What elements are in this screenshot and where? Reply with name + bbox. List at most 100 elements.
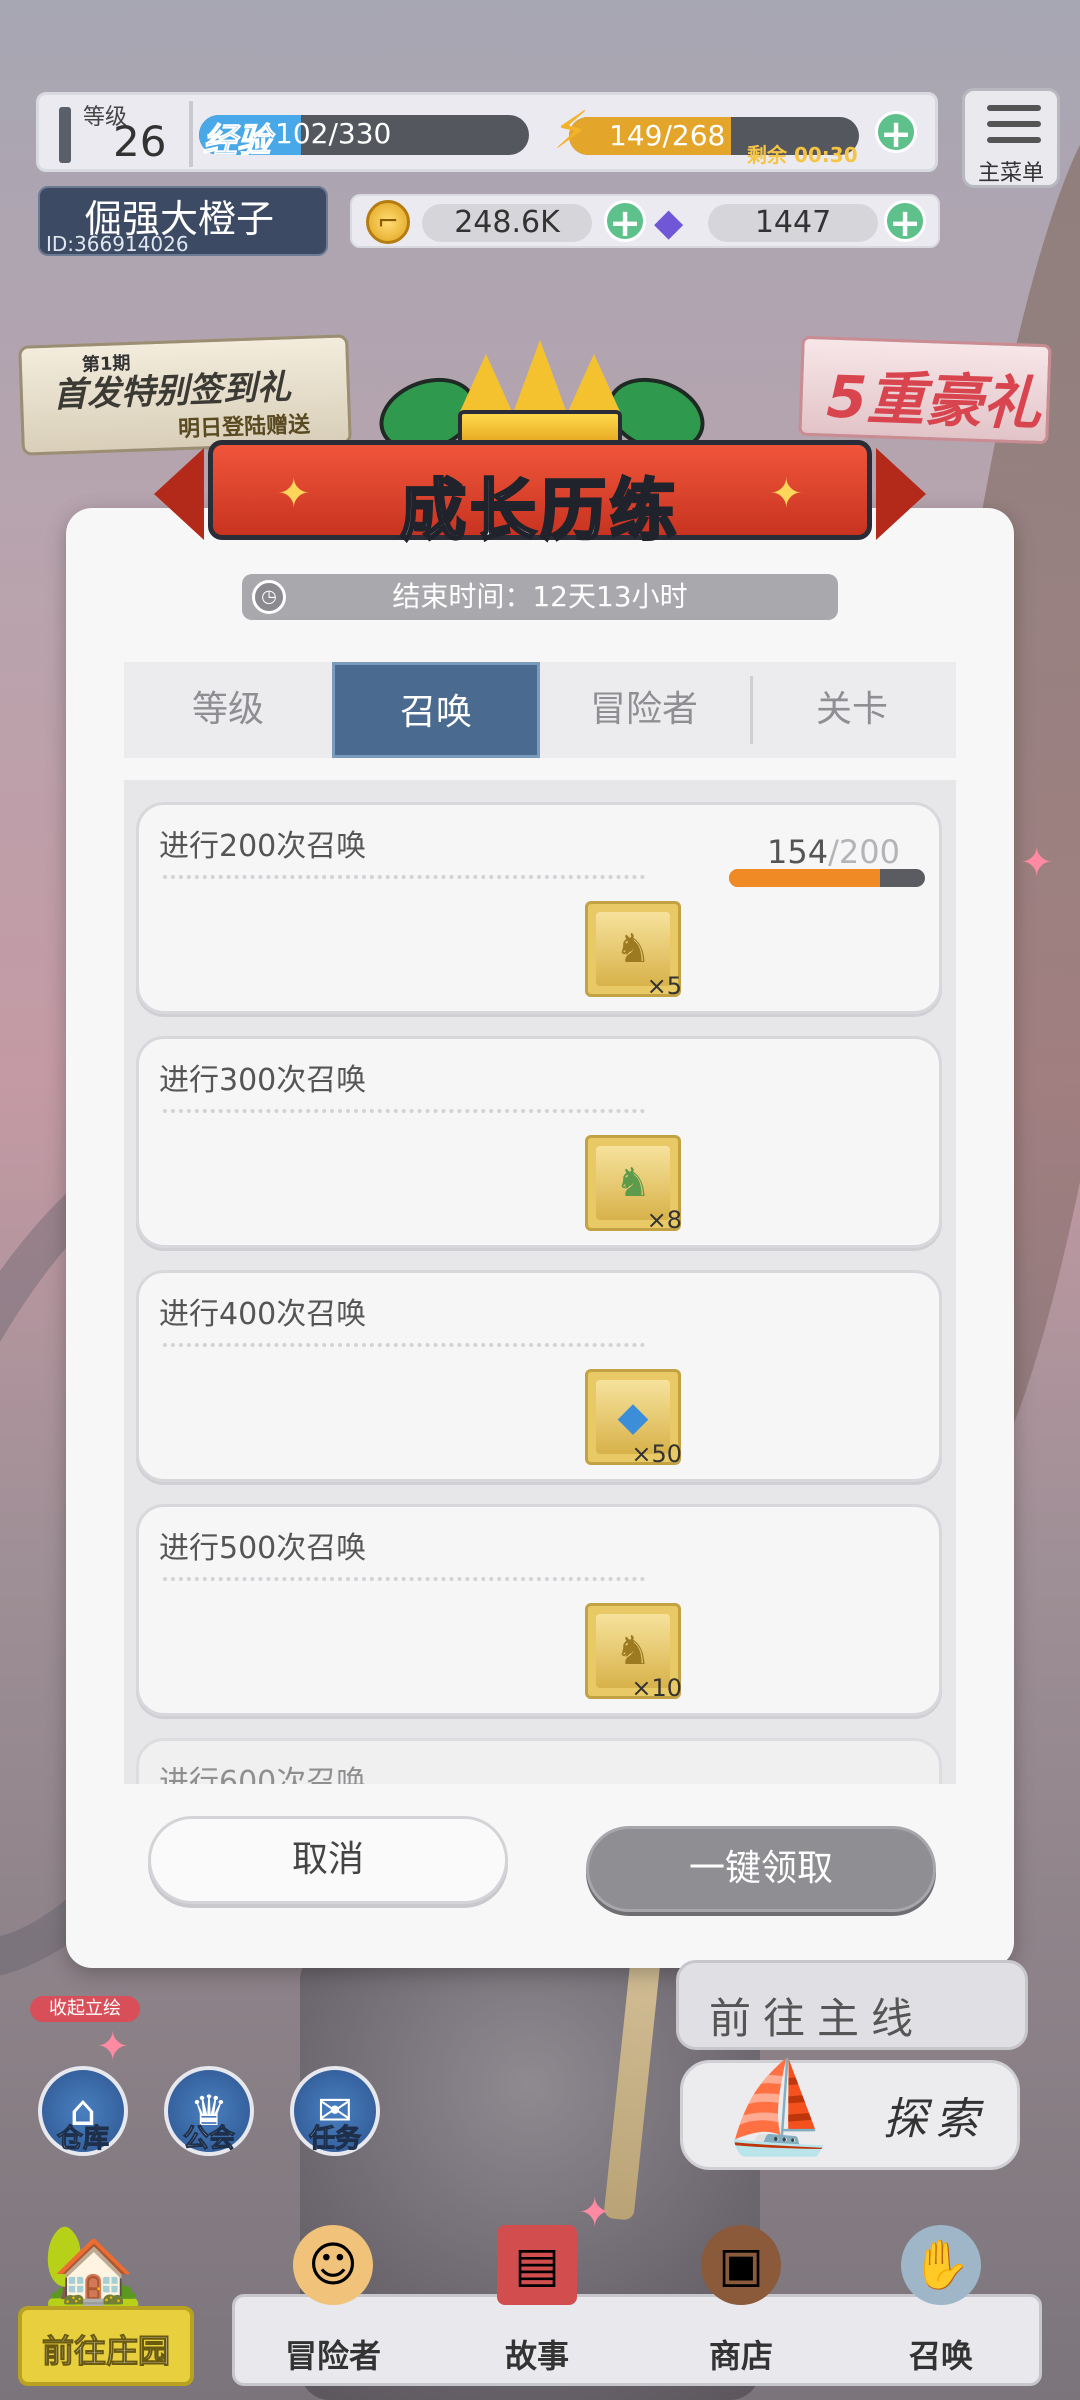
explore-label: 探索 [883, 2094, 987, 2145]
ribbon-tail [154, 448, 204, 540]
player-id: ID:366914026 [46, 232, 189, 256]
airship-icon: ⛵ [721, 2055, 835, 2160]
menu-icon [987, 137, 1041, 143]
reward-item[interactable]: ♞ ×5 [585, 901, 682, 1000]
reward-item[interactable]: ◆ ×50 [585, 1369, 682, 1468]
tab-level[interactable]: 等级 [124, 662, 332, 758]
tab-adventurer[interactable]: 冒险者 [540, 662, 748, 758]
gift-pack-promo-banner[interactable]: 5重豪礼 [798, 335, 1052, 445]
ribbon-tail [876, 448, 926, 540]
sparkle-icon: ✦ [578, 2190, 612, 2236]
crown-icon [458, 340, 622, 450]
tab-summon[interactable]: 召唤 [332, 662, 540, 758]
divider [163, 1109, 645, 1113]
divider [163, 1577, 645, 1581]
cancel-button[interactable]: 取消 [148, 1816, 508, 1904]
gift-pack-title: 5重豪礼 [825, 362, 1043, 439]
gem-icon: ◆ [654, 200, 684, 244]
task-title: 进行600次召唤 [159, 1765, 367, 1784]
nav-story-label: 故事 [504, 2337, 569, 2375]
menu-icon [987, 105, 1041, 111]
task-progress-text: 154/200 [767, 833, 900, 871]
farm-icon: 🏡 [42, 2220, 145, 2315]
level-marker [59, 107, 71, 163]
warehouse-label: 仓库 [56, 2124, 109, 2155]
tab-stage[interactable]: 关卡 [748, 662, 956, 758]
gold-amount: 248.6K [422, 204, 592, 242]
guild-label: 公会 [182, 2124, 235, 2155]
nav-summon[interactable]: ✋ 召唤 [861, 2225, 1021, 2383]
shop-icon: ▣ [701, 2225, 781, 2305]
add-gold-button[interactable]: + [604, 200, 646, 243]
player-status-bar: 等级 26 经验 102/330 ⚡ 149/268 剩余 00:30 + [36, 92, 938, 172]
reward-item[interactable]: ♞ ×10 [585, 1603, 682, 1702]
event-end-time: ◷ 结束时间：12天13小时 [242, 574, 838, 620]
divider [163, 1343, 645, 1347]
bottom-navigation: ☺ 冒险者 ▤ 故事 ▣ 商店 ✋ 召唤 [232, 2225, 1042, 2386]
currency-bar: ⌐ 248.6K + ◆ 1447 + [350, 194, 940, 248]
player-name-plate[interactable]: 倔强大橙子 ID:366914026 [38, 186, 328, 256]
book-icon: ▤ [497, 2225, 577, 2305]
mainline-label: 前往主线 [709, 1994, 926, 2043]
task-title: 进行300次召唤 [159, 1063, 367, 1098]
menu-icon [987, 121, 1041, 127]
task-item: 进行600次召唤 [136, 1738, 942, 1784]
task-title: 进行500次召唤 [159, 1531, 367, 1566]
divider [189, 101, 193, 167]
task-item: 进行300次召唤 ♞ ×8 [136, 1036, 942, 1248]
task-title: 进行200次召唤 [159, 829, 367, 864]
go-farm-button[interactable]: 🏡 前往庄园 [12, 2220, 194, 2388]
nav-story[interactable]: ▤ 故事 [457, 2225, 617, 2383]
energy-timer: 剩余 00:30 [747, 143, 858, 167]
nav-adventurer-label: 冒险者 [284, 2337, 381, 2375]
exp-label: 经验 [203, 121, 272, 162]
adventurer-icon: ☺ [293, 2225, 373, 2305]
tasks-label: 任务 [308, 2124, 361, 2155]
collapse-art-button[interactable]: 收起立绘 [30, 1996, 140, 2022]
divider [163, 875, 645, 879]
reward-count: ×5 [646, 972, 682, 1000]
nav-summon-label: 召唤 [908, 2337, 973, 2375]
lightning-icon: ⚡ [553, 101, 590, 161]
nav-adventurer[interactable]: ☺ 冒险者 [253, 2225, 413, 2383]
task-item: 进行400次召唤 ◆ ×50 [136, 1270, 942, 1482]
go-mainline-button[interactable]: 前往主线 [676, 1960, 1028, 2050]
sparkle-icon: ✦ [96, 2024, 130, 2070]
summon-icon: ✋ [901, 2225, 981, 2305]
exp-value: 102/330 [275, 117, 392, 150]
task-item: 进行200次召唤 154/200 ♞ ×5 [136, 802, 942, 1014]
gem-amount: 1447 [708, 204, 878, 242]
energy-value: 149/268 [609, 119, 726, 152]
sparkle-icon: ✦ [1020, 840, 1054, 886]
farm-button-box: 前往庄园 [18, 2306, 194, 2386]
farm-label: 前往庄园 [41, 2332, 170, 2371]
add-energy-button[interactable]: + [875, 111, 917, 154]
add-gems-button[interactable]: + [884, 200, 926, 243]
reward-count: ×50 [631, 1440, 682, 1468]
nav-shop[interactable]: ▣ 商店 [661, 2225, 821, 2383]
main-menu-label: 主菜单 [977, 161, 1044, 186]
dialog-title-ribbon: ✦ 成长历练 ✦ [208, 440, 872, 551]
clock-icon: ◷ [252, 580, 286, 614]
explore-button[interactable]: ⛵ 探索 [680, 2055, 1020, 2170]
task-progress-bar [729, 869, 925, 887]
claim-all-button[interactable]: 一键领取 [586, 1826, 936, 1912]
level-number: 26 [113, 117, 167, 166]
task-title: 进行400次召唤 [159, 1297, 367, 1332]
nav-shop-label: 商店 [708, 2337, 773, 2375]
progress-total: /200 [828, 833, 900, 871]
main-menu-button[interactable]: 主菜单 [962, 88, 1060, 188]
reward-count: ×8 [646, 1206, 682, 1234]
task-list[interactable]: 进行200次召唤 154/200 ♞ ×5 进行300次召唤 ♞ ×8 进行40… [124, 780, 956, 1784]
sparkle-icon: ✦ [769, 471, 803, 517]
reward-item[interactable]: ♞ ×8 [585, 1135, 682, 1234]
gold-coin-icon: ⌐ [366, 200, 410, 244]
task-progress-fill [729, 869, 880, 887]
task-item: 进行500次召唤 ♞ ×10 [136, 1504, 942, 1716]
category-tabs: 等级 召唤 冒险者 关卡 [124, 662, 956, 758]
end-time-text: 结束时间：12天13小时 [392, 580, 688, 613]
reward-count: ×10 [631, 1674, 682, 1702]
progress-current: 154 [767, 833, 829, 871]
promo-subtitle: 明日登陆赠送 [177, 412, 311, 443]
sign-in-promo-banner[interactable]: 第1期 首发特别签到礼 明日登陆赠送 [18, 334, 352, 456]
